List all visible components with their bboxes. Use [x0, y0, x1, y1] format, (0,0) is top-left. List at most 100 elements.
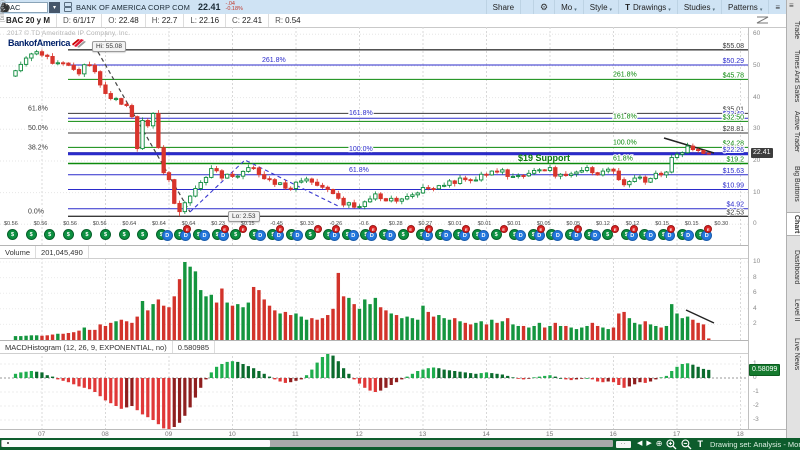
- dividend-marker-icon[interactable]: $: [26, 229, 37, 240]
- price-axis-tick: 40: [753, 94, 760, 101]
- volume-label[interactable]: Volume: [0, 246, 36, 258]
- time-scrollbar[interactable]: [1, 440, 613, 447]
- price-axis-tick: 10: [753, 189, 760, 196]
- price-axis-tick: 30: [753, 125, 760, 132]
- macd-axis-tick: -2: [753, 402, 759, 409]
- distribution-marker-icon[interactable]: D: [590, 230, 601, 241]
- studies-button[interactable]: Studies ▾: [677, 0, 721, 14]
- earnings-marker-icon[interactable]: E: [574, 225, 582, 233]
- earnings-marker-icon[interactable]: E: [630, 225, 638, 233]
- fib-price-tag: $50.29: [723, 58, 745, 65]
- distribution-marker-icon[interactable]: D: [162, 230, 173, 241]
- volume-header: Volume 201,045,490: [0, 245, 748, 259]
- share-label: Share: [493, 3, 514, 12]
- text-tool-button[interactable]: T: [697, 439, 703, 449]
- distribution-marker-icon[interactable]: D: [478, 230, 489, 241]
- volume-axis-tick: 4: [753, 305, 757, 312]
- distribution-marker-icon[interactable]: D: [385, 230, 396, 241]
- sidebar-tab-times-and-sales[interactable]: Times And Sales: [787, 48, 800, 104]
- year-tick: 15: [546, 431, 553, 438]
- dividend-marker-icon[interactable]: $: [63, 229, 74, 240]
- sidebar-tab-trade[interactable]: Trade: [787, 19, 800, 41]
- fib-percent-label: 261.8%: [613, 71, 637, 78]
- earnings-marker-icon[interactable]: E: [537, 225, 545, 233]
- support-annotation[interactable]: $19 Support: [518, 153, 570, 163]
- sidebar-tab-dashboard[interactable]: Dashboard: [787, 248, 800, 286]
- quick-study-button[interactable]: [520, 0, 533, 14]
- earnings-marker-icon[interactable]: E: [667, 225, 675, 233]
- drawing-set-status[interactable]: Drawing set: Analysis - Mon...: [710, 440, 800, 449]
- earnings-marker-icon[interactable]: E: [221, 225, 229, 233]
- dividend-marker-icon[interactable]: $: [119, 229, 130, 240]
- ohlc-field: H:22.7: [145, 14, 184, 27]
- zoom-out-icon[interactable]: [681, 439, 692, 450]
- sidebar-tab-live-news[interactable]: Live News: [787, 336, 800, 372]
- pan-right-icon[interactable]: ▶: [646, 439, 651, 449]
- symbol-link-icon[interactable]: [64, 2, 71, 12]
- fib-price-tag: $10.99: [723, 182, 745, 189]
- sidebar-tab-active-trader[interactable]: Active Trader: [787, 109, 800, 154]
- last-price: 22.41: [198, 2, 221, 12]
- price-pane[interactable]: $55.08261.8%$50.29261.8%$45.7861.8%$35.0…: [0, 27, 748, 245]
- macd-axis-tick: -3: [753, 416, 759, 423]
- fib-price-tag: $19.2: [726, 156, 744, 163]
- scrollbar-handle[interactable]: [2, 440, 270, 447]
- dividend-amount: $0.33: [300, 221, 314, 227]
- volume-axis-unit: (billions): [0, 0, 6, 22]
- distribution-marker-icon[interactable]: D: [255, 230, 266, 241]
- year-tick: 11: [292, 431, 299, 438]
- dividend-amount: $0.56: [93, 221, 107, 227]
- year-tick: 13: [419, 431, 426, 438]
- dividend-amount: $0.01: [448, 221, 462, 227]
- price-axis-tick: 20: [753, 157, 760, 164]
- field-key: D:: [63, 16, 71, 25]
- distribution-marker-icon[interactable]: D: [683, 230, 694, 241]
- dividend-amount: $0.64: [152, 221, 166, 227]
- zoom-in-icon[interactable]: [666, 439, 677, 450]
- distribution-marker-icon[interactable]: D: [199, 230, 210, 241]
- price-axis-tick: 60: [753, 30, 760, 37]
- field-value: 6/1/17: [73, 16, 95, 25]
- sidebar-tab-level-ii[interactable]: Level II: [787, 297, 800, 324]
- company-name: BANK OF AMERICA CORP COM: [76, 3, 190, 12]
- distribution-marker-icon[interactable]: D: [292, 230, 303, 241]
- earnings-marker-icon[interactable]: E: [500, 225, 508, 233]
- zigzag-icon[interactable]: [756, 16, 770, 25]
- controls-grip[interactable]: ∙∙: [616, 441, 631, 448]
- earnings-marker-icon[interactable]: E: [314, 225, 322, 233]
- volume-pane[interactable]: [0, 246, 748, 340]
- symbol-dropdown-button[interactable]: ▾: [49, 2, 60, 13]
- sidebar-tab-chart[interactable]: Chart: [787, 212, 800, 236]
- sidebar-tab-big-buttons[interactable]: Big Buttons: [787, 164, 800, 204]
- sidebar-menu-icon[interactable]: ≡: [789, 1, 794, 10]
- toolbar-menu-button[interactable]: ≡: [768, 0, 786, 14]
- distribution-marker-icon[interactable]: D: [441, 230, 452, 241]
- share-button[interactable]: Share: [486, 0, 520, 14]
- chart-controls: ∙∙ ◀ ▶ ⊕ T Drawing set: Analysis - Mon..…: [616, 438, 800, 450]
- distribution-marker-icon[interactable]: D: [348, 230, 359, 241]
- aggregation-button[interactable]: Mo ▾: [554, 0, 583, 14]
- style-button[interactable]: Style ▾: [583, 0, 618, 14]
- fib-percent-label: 0.0%: [28, 208, 44, 215]
- pan-left-icon[interactable]: ◀: [637, 439, 642, 449]
- ohlc-field: C:22.41: [225, 14, 268, 27]
- logo-text: BankofAmerica: [8, 38, 70, 48]
- macd-pane[interactable]: [0, 352, 748, 430]
- macd-axis-tick: -1: [753, 388, 759, 395]
- copyright-watermark: 2017 © TD Ameritrade IP Company, Inc.: [7, 30, 130, 37]
- aggregation-label: Mo: [561, 3, 572, 12]
- patterns-button[interactable]: Patterns ▾: [721, 0, 768, 14]
- reset-zoom-icon[interactable]: ⊕: [656, 439, 663, 449]
- dividend-marker-icon[interactable]: $: [7, 229, 18, 240]
- drawings-button[interactable]: T Drawings ▾: [618, 0, 677, 14]
- thinkorswim-chart-window: BAC ▾ BANK OF AMERICA CORP COM 22.41 -.0…: [0, 0, 800, 450]
- fib-percent-label: 161.8%: [349, 110, 373, 117]
- bottom-status-bar: ∙∙ ◀ ▶ ⊕ T Drawing set: Analysis - Mon..…: [0, 438, 800, 450]
- settings-button[interactable]: ⚙: [533, 0, 554, 14]
- top-bar: BAC ▾ BANK OF AMERICA CORP COM 22.41 -.0…: [0, 0, 786, 15]
- chart-toolbar: Share ⚙ Mo ▾ Style ▾ T Drawings ▾: [486, 0, 786, 14]
- dividend-amount: $0.15: [685, 221, 699, 227]
- macd-label[interactable]: MACDHistogram (12, 26, 9, EXPONENTIAL, n…: [0, 341, 173, 353]
- dividend-marker-icon[interactable]: $: [100, 229, 111, 240]
- earnings-marker-icon[interactable]: E: [407, 225, 415, 233]
